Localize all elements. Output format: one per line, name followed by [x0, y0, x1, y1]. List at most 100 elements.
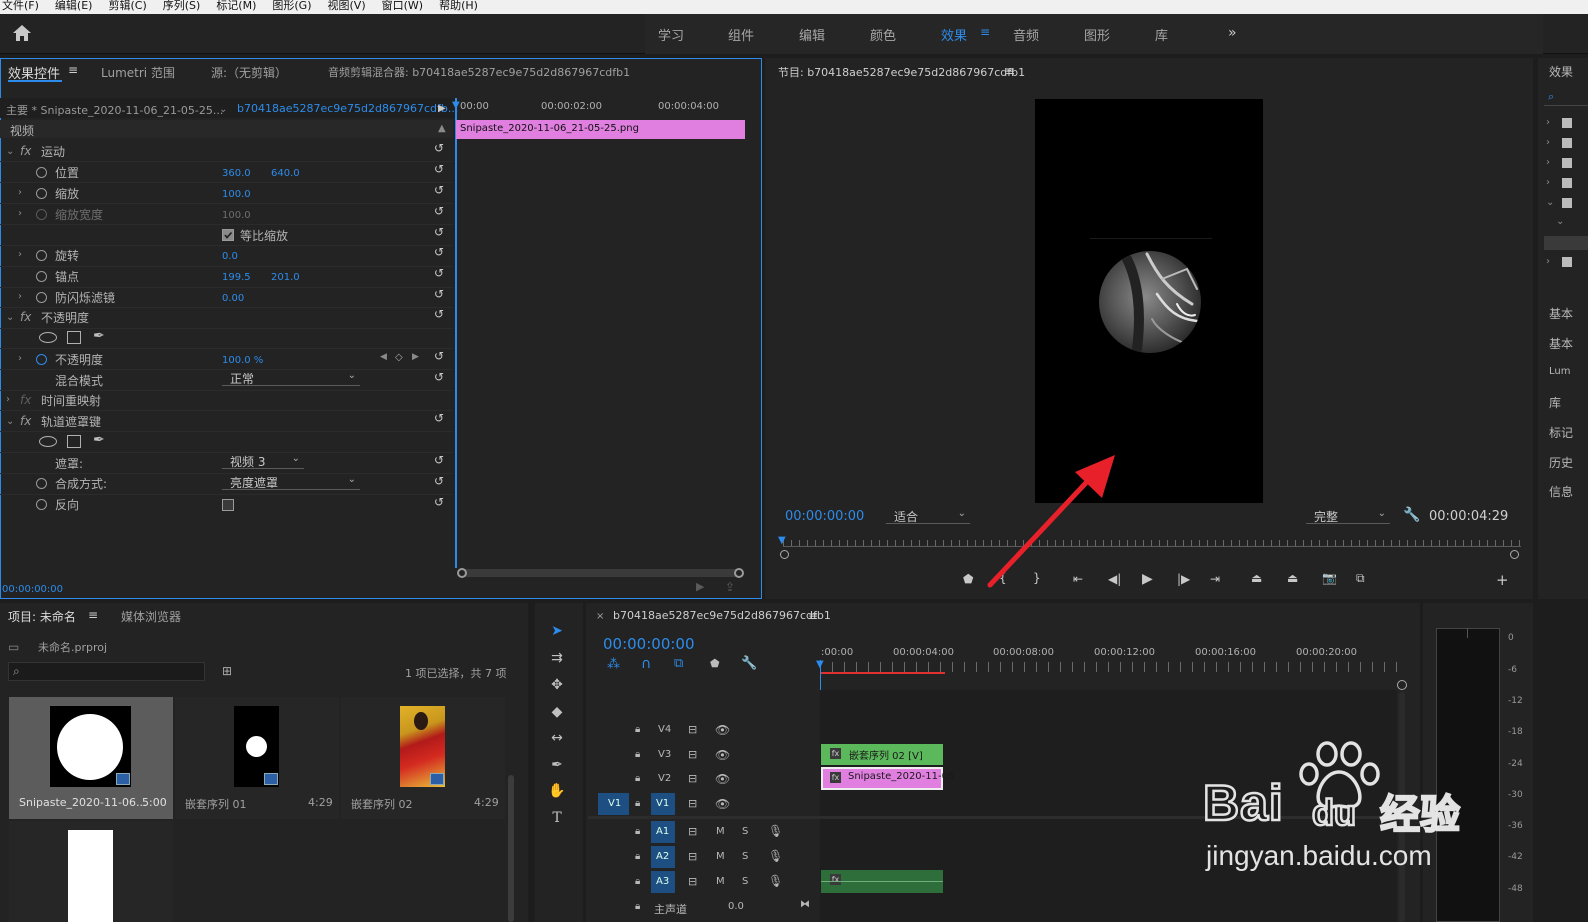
eye-icon[interactable]: 👁︎: [715, 797, 730, 811]
reset-icon[interactable]: ↺: [434, 141, 444, 155]
track-target-a3[interactable]: A3: [651, 871, 675, 893]
stopwatch-icon[interactable]: [36, 478, 47, 489]
reset-icon[interactable]: ↺: [434, 307, 444, 321]
snap-magnet-icon[interactable]: ∩: [641, 656, 651, 672]
add-keyframe-icon[interactable]: ◇: [395, 352, 403, 363]
track-label-v4[interactable]: V4: [658, 724, 671, 735]
microphone-icon[interactable]: 🎙︎: [768, 849, 783, 863]
lock-icon[interactable]: 🔒︎: [635, 901, 640, 912]
mute-button[interactable]: M: [716, 826, 725, 837]
close-sequence-icon[interactable]: ×: [596, 611, 604, 622]
reset-icon[interactable]: ↺: [434, 349, 444, 363]
workspace-assembly[interactable]: 组件: [728, 25, 754, 44]
add-marker-icon[interactable]: ⬟: [963, 572, 973, 586]
selected-effect-row[interactable]: [1544, 236, 1588, 250]
tab-project[interactable]: 项目: 未命名: [8, 608, 76, 625]
workspace-libraries[interactable]: 库: [1155, 25, 1168, 44]
workspace-learning[interactable]: 学习: [658, 25, 684, 44]
stopwatch-icon[interactable]: [36, 188, 47, 199]
lock-icon[interactable]: 🔒︎: [635, 724, 640, 735]
project-item[interactable]: 嵌套序列 02 4:29: [341, 697, 505, 819]
anchor-x-value[interactable]: 199.5: [222, 272, 251, 283]
master-volume[interactable]: 0.0: [728, 901, 744, 912]
reset-icon[interactable]: ↺: [434, 245, 444, 259]
fx-icon[interactable]: fx: [20, 414, 31, 428]
sync-lock-icon[interactable]: ⊟: [688, 723, 697, 736]
chevron-down-icon[interactable]: ⌄: [6, 416, 14, 427]
razor-tool-icon[interactable]: ◆: [546, 701, 568, 723]
chevron-down-icon[interactable]: ⌄: [1556, 216, 1564, 227]
solo-button[interactable]: S: [742, 851, 748, 862]
fx-icon[interactable]: fx: [20, 310, 31, 324]
work-area-bar[interactable]: [820, 672, 945, 674]
reset-icon[interactable]: ↺: [434, 162, 444, 176]
project-search-input[interactable]: ⌕: [8, 662, 205, 681]
reset-icon[interactable]: ↺: [434, 204, 444, 218]
tab-source[interactable]: 源:（无剪辑）: [211, 64, 287, 81]
panel-history[interactable]: 历史: [1549, 454, 1573, 471]
reverse-checkbox[interactable]: [222, 499, 234, 511]
track-target-v1[interactable]: V1: [651, 793, 675, 815]
effect-controls-menu-icon[interactable]: ≡: [68, 63, 78, 77]
track-label-v2[interactable]: V2: [658, 773, 671, 784]
timeline-settings-wrench-icon[interactable]: 🔧: [741, 656, 757, 671]
chevron-right-icon[interactable]: ›: [18, 187, 22, 198]
menu-help[interactable]: 帮助(H): [437, 0, 478, 12]
lock-icon[interactable]: 🔒︎: [635, 826, 640, 837]
workspace-effects[interactable]: 效果: [941, 25, 967, 44]
sequence-clip-label[interactable]: b70418ae5287ec9e75d2d867967cdfb...: [237, 102, 458, 115]
reset-icon[interactable]: ↺: [434, 411, 444, 425]
fx-icon[interactable]: fx: [20, 144, 31, 158]
mute-button[interactable]: M: [716, 851, 725, 862]
menu-sequence[interactable]: 序列(S): [161, 0, 201, 12]
workspace-audio[interactable]: 音频: [1013, 25, 1039, 44]
scroll-handle-left[interactable]: [780, 550, 789, 559]
menu-file[interactable]: 文件(F): [0, 0, 39, 12]
go-to-out-icon[interactable]: ⇥: [1210, 572, 1220, 586]
quality-select[interactable]: 完整 ⌄: [1306, 508, 1390, 524]
tab-media-browser[interactable]: 媒体浏览器: [121, 608, 181, 625]
tab-lumetri-scopes[interactable]: Lumetri 范围: [101, 64, 175, 81]
master-clip-label[interactable]: 主要 * Snipaste_2020-11-06_21-05-25...: [6, 102, 223, 118]
chevron-right-icon[interactable]: ›: [1546, 137, 1550, 148]
uniform-scale-checkbox[interactable]: [222, 229, 234, 241]
chevron-right-icon[interactable]: ›: [18, 353, 22, 364]
chevron-down-icon[interactable]: ⌄: [6, 146, 14, 157]
effect-timecode[interactable]: 00:00:00:00: [2, 584, 63, 595]
wrench-icon[interactable]: 🔧: [1403, 507, 1420, 523]
chevron-right-icon[interactable]: ›: [18, 249, 22, 260]
prev-keyframe-icon[interactable]: ◀: [380, 352, 387, 362]
tab-audio-clip-mixer[interactable]: 音频剪辑混合器: b70418ae5287ec9e75d2d867967cdfb…: [328, 64, 630, 80]
chevron-down-icon[interactable]: ⌄: [219, 104, 227, 115]
program-menu-icon[interactable]: ≡: [1005, 64, 1015, 78]
clip-audio-a3[interactable]: fx: [821, 870, 943, 893]
panel-info[interactable]: 信息: [1549, 483, 1573, 500]
workspace-color[interactable]: 颜色: [870, 25, 896, 44]
position-x-value[interactable]: 360.0: [222, 168, 251, 179]
menu-edit[interactable]: 编辑(E): [53, 0, 93, 12]
track-select-tool-icon[interactable]: ⇉: [546, 647, 568, 669]
effect-timeline-scrollbar[interactable]: [462, 569, 740, 577]
sync-lock-icon[interactable]: ⊟: [688, 850, 697, 863]
rotation-value[interactable]: 0.0: [222, 251, 238, 262]
panel-markers[interactable]: 标记: [1549, 424, 1573, 441]
panel-essential-sound[interactable]: 基本: [1549, 335, 1573, 352]
ellipse-mask-icon[interactable]: [39, 332, 57, 343]
mute-button[interactable]: M: [716, 876, 725, 887]
project-menu-icon[interactable]: ≡: [88, 608, 98, 622]
lock-icon[interactable]: 🔒︎: [635, 798, 640, 809]
eye-icon[interactable]: 👁︎: [715, 748, 730, 762]
chevron-right-icon[interactable]: ›: [6, 394, 10, 405]
stopwatch-icon[interactable]: [36, 167, 47, 178]
eye-icon[interactable]: 👁︎: [715, 723, 730, 737]
lock-icon[interactable]: 🔒︎: [635, 876, 640, 887]
linked-selection-icon[interactable]: ⧉: [674, 656, 683, 671]
add-marker-icon[interactable]: ⬟: [710, 657, 720, 670]
button-editor-plus-icon[interactable]: +: [1496, 571, 1509, 589]
chevron-right-icon[interactable]: ›: [1546, 157, 1550, 168]
track-target-a1[interactable]: A1: [651, 821, 675, 843]
lock-icon[interactable]: 🔒︎: [635, 773, 640, 784]
timeline-ruler-ticks[interactable]: [820, 662, 1398, 672]
project-item[interactable]: [9, 821, 173, 922]
reset-icon[interactable]: ↺: [434, 225, 444, 239]
